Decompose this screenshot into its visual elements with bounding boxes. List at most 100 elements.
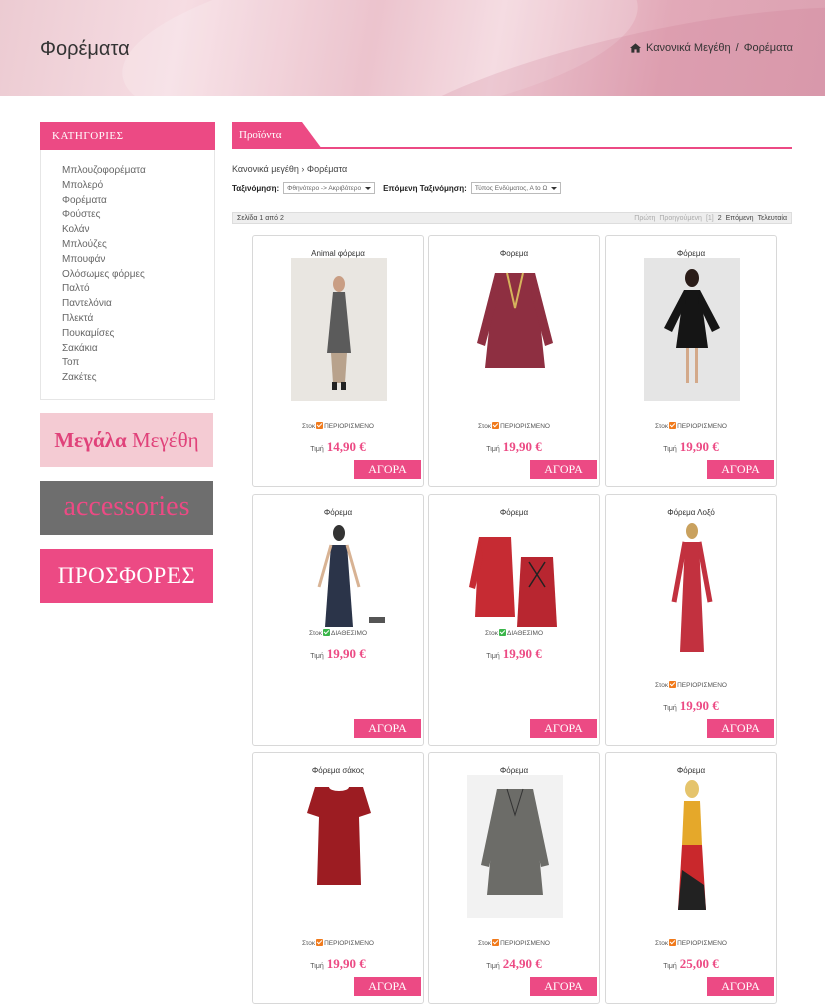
sort-row: Ταξινόμηση: Φθηνότερο -> Ακριβότερο Επόμ… bbox=[232, 182, 792, 194]
buy-button[interactable]: ΑΓΟΡΑ bbox=[354, 460, 421, 479]
big-sizes-banner[interactable]: Μεγάλα Μεγέθη bbox=[40, 413, 213, 467]
sidebar-item[interactable]: Ολόσωμες φόρμες bbox=[62, 268, 214, 283]
banner-big-rest: Μεγέθη bbox=[131, 428, 199, 452]
pagination-bar: Σελίδα 1 από 2 Πρώτη Προηγούμενη [1] 2 Ε… bbox=[232, 212, 792, 224]
product-card[interactable]: Φορεμα Στοκ ΠΕΡΙΟΡΙΣΜΕΝΟ Τιμή 19,90 € ΑΓΟΡΑ bbox=[428, 235, 600, 487]
pager-last[interactable]: Τελευταία bbox=[758, 215, 787, 222]
stock-value: ΠΕΡΙΟΡΙΣΜΕΝΟ bbox=[677, 423, 727, 430]
product-card[interactable]: Φόρεμα Στοκ ΠΕΡΙΟΡΙΣΜΕΝΟ Τιμή 19,90 € ΑΓΟΡΑ bbox=[605, 235, 777, 487]
price-row: Τιμή 19,90 € bbox=[253, 956, 423, 972]
pager-next[interactable]: Επόμενη bbox=[726, 215, 754, 222]
stock-status: Στοκ ΠΕΡΙΟΡΙΣΜΕΝΟ bbox=[429, 422, 599, 430]
pager-prev[interactable]: Προηγούμενη bbox=[659, 215, 702, 222]
product-image[interactable] bbox=[467, 517, 563, 660]
product-title[interactable]: Animal φόρεμα bbox=[253, 249, 423, 258]
product-title[interactable]: Φόρεμα σάκος bbox=[253, 766, 423, 775]
sidebar-item[interactable]: Ζακέτες bbox=[62, 371, 214, 386]
product-image[interactable] bbox=[467, 258, 563, 401]
sidebar-item[interactable]: Μπολερό bbox=[62, 179, 214, 194]
product-title[interactable]: Φόρεμα bbox=[253, 508, 423, 517]
sidebar-item[interactable]: Παντελόνια bbox=[62, 297, 214, 312]
stock-label: Στοκ bbox=[308, 630, 322, 637]
product-title[interactable]: Φόρεμα bbox=[429, 508, 599, 517]
product-card[interactable]: Φόρεμα σάκος Στοκ ΠΕΡΙΟΡΙΣΜΕΝΟ Τιμή 19,90 € Α… bbox=[252, 752, 424, 1004]
stock-label: Στοκ bbox=[484, 630, 498, 637]
categories-list: Μπλουζοφορέματα Μπολερό Φορέματα Φούστες… bbox=[40, 150, 215, 400]
product-title[interactable]: Φόρεμα bbox=[429, 766, 599, 775]
buy-button[interactable]: ΑΓΟΡΑ bbox=[530, 719, 597, 738]
stock-status: Στοκ ΔΙΑΘΕΣΙΜΟ bbox=[253, 629, 423, 637]
sidebar-item[interactable]: Φορέματα bbox=[62, 194, 214, 209]
price-label: Τιμή bbox=[486, 963, 500, 970]
breadcrumb-home-link[interactable]: Κανονικά Μεγέθη bbox=[646, 42, 731, 54]
product-image[interactable] bbox=[467, 775, 563, 918]
product-image[interactable] bbox=[291, 258, 387, 401]
stock-value: ΠΕΡΙΟΡΙΣΜΕΝΟ bbox=[324, 940, 374, 947]
tab-products[interactable]: Προϊόντα bbox=[232, 122, 322, 149]
stock-label: Στοκ bbox=[302, 423, 316, 430]
home-icon[interactable] bbox=[630, 43, 641, 53]
product-title[interactable]: Φόρεμα bbox=[606, 249, 776, 258]
stock-label: Στοκ bbox=[655, 682, 669, 689]
buy-button[interactable]: ΑΓΟΡΑ bbox=[707, 977, 774, 996]
chevron-down-icon bbox=[365, 186, 372, 190]
next-sort-label: Επόμενη Ταξινόμηση: bbox=[383, 183, 467, 193]
stock-label: Στοκ bbox=[655, 940, 669, 947]
check-icon bbox=[669, 681, 677, 688]
next-sort-select[interactable]: Τύπος Ενδύματος, Α to Ω bbox=[470, 182, 562, 194]
buy-button[interactable]: ΑΓΟΡΑ bbox=[354, 719, 421, 738]
sidebar-item[interactable]: Κολάν bbox=[62, 223, 214, 238]
buy-button[interactable]: ΑΓΟΡΑ bbox=[707, 719, 774, 738]
product-image[interactable] bbox=[644, 517, 740, 660]
sidebar-item[interactable]: Μπλούζες bbox=[62, 238, 214, 253]
stock-label: Στοκ bbox=[655, 423, 669, 430]
product-card[interactable]: Φόρεμα Στοκ ΠΕΡΙΟΡΙΣΜΕΝΟ Τιμή 24,90 € ΑΓΟΡΑ bbox=[428, 752, 600, 1004]
sidebar-item[interactable]: Μπλουζοφορέματα bbox=[62, 164, 214, 179]
price-row: Τιμή 19,90 € bbox=[429, 439, 599, 455]
sidebar-item[interactable]: Σακάκια bbox=[62, 342, 214, 357]
breadcrumb-current: Φορέματα bbox=[743, 42, 793, 54]
product-card[interactable]: Φόρεμα Στοκ ΠΕΡΙΟΡΙΣΜΕΝΟ Τιμή 25,00 € ΑΓΟΡΑ bbox=[605, 752, 777, 1004]
buy-button[interactable]: ΑΓΟΡΑ bbox=[707, 460, 774, 479]
accessories-banner[interactable]: accessories bbox=[40, 481, 213, 535]
stock-status: Στοκ ΠΕΡΙΟΡΙΣΜΕΝΟ bbox=[253, 422, 423, 430]
offers-banner[interactable]: ΠΡΟΣΦΟΡΕΣ bbox=[40, 549, 213, 603]
price-row: Τιμή 14,90 € bbox=[253, 439, 423, 455]
price-label: Τιμή bbox=[663, 963, 677, 970]
price-label: Τιμή bbox=[663, 705, 677, 712]
product-title[interactable]: Φόρεμα Λοξό bbox=[606, 508, 776, 517]
price-label: Τιμή bbox=[310, 963, 324, 970]
stock-label: Στοκ bbox=[302, 940, 316, 947]
stock-status: Στοκ ΔΙΑΘΕΣΙΜΟ bbox=[429, 629, 599, 637]
product-image[interactable] bbox=[291, 517, 387, 660]
sort-select[interactable]: Φθηνότερο -> Ακριβότερο bbox=[283, 182, 376, 194]
buy-button[interactable]: ΑΓΟΡΑ bbox=[530, 460, 597, 479]
product-card[interactable]: Φόρεμα Στοκ ΔΙΑΘΕΣΙΜΟ Τιμή 19,90 € ΑΓΟΡΑ bbox=[428, 494, 600, 746]
pager-page-2[interactable]: 2 bbox=[718, 215, 722, 222]
sidebar-item[interactable]: Πουκαμίσες bbox=[62, 327, 214, 342]
sidebar-item[interactable]: Παλτό bbox=[62, 282, 214, 297]
price-value: 19,90 € bbox=[679, 439, 719, 454]
sidebar-item[interactable]: Φούστες bbox=[62, 208, 214, 223]
stock-status: Στοκ ΠΕΡΙΟΡΙΣΜΕΝΟ bbox=[606, 422, 776, 430]
price-row: Τιμή 19,90 € bbox=[606, 439, 776, 455]
stock-value: ΠΕΡΙΟΡΙΣΜΕΝΟ bbox=[324, 423, 374, 430]
price-label: Τιμή bbox=[486, 446, 500, 453]
sidebar-item[interactable]: Μπουφάν bbox=[62, 253, 214, 268]
product-title[interactable]: Φορεμα bbox=[429, 249, 599, 258]
sidebar-item[interactable]: Τοπ bbox=[62, 356, 214, 371]
products-tab-bar: Προϊόντα bbox=[232, 122, 792, 149]
sidebar-item[interactable]: Πλεκτά bbox=[62, 312, 214, 327]
buy-button[interactable]: ΑΓΟΡΑ bbox=[530, 977, 597, 996]
product-card[interactable]: Animal φόρεμα Στοκ ΠΕΡΙΟΡΙΣΜΕΝΟ Τιμή 14,90 €… bbox=[252, 235, 424, 487]
product-image[interactable] bbox=[644, 258, 740, 401]
price-value: 24,90 € bbox=[502, 956, 542, 971]
product-image[interactable] bbox=[644, 775, 740, 918]
product-card[interactable]: Φόρεμα Στοκ ΔΙΑΘΕΣΙΜΟ Τιμή 19,90 € ΑΓΟΡΑ bbox=[252, 494, 424, 746]
pager-first[interactable]: Πρώτη bbox=[634, 215, 655, 222]
buy-button[interactable]: ΑΓΟΡΑ bbox=[354, 977, 421, 996]
product-card[interactable]: Φόρεμα Λοξό Στοκ ΠΕΡΙΟΡΙΣΜΕΝΟ Τιμή 19,90 € ΑΓ… bbox=[605, 494, 777, 746]
price-label: Τιμή bbox=[663, 446, 677, 453]
product-image[interactable] bbox=[291, 775, 387, 918]
product-title[interactable]: Φόρεμα bbox=[606, 766, 776, 775]
